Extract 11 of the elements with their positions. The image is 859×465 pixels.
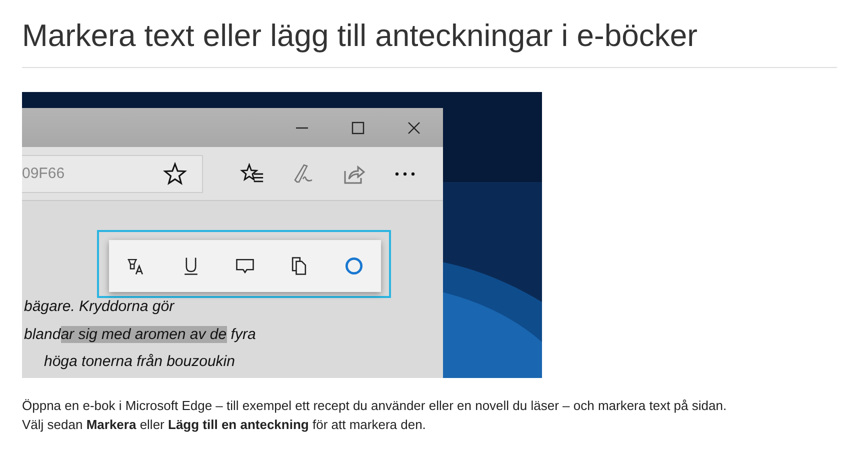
- star-icon[interactable]: [163, 162, 187, 186]
- book-text: bägare. Kryddorna gör: [24, 298, 174, 315]
- page-title: Markera text eller lägg till anteckningar i e-böcker: [22, 18, 698, 54]
- maximize-icon[interactable]: [351, 120, 365, 134]
- address-field[interactable]: 09F66: [22, 154, 203, 192]
- description-text: Välj sedan Markera eller Lägg till en anteckning för att markera den.: [22, 416, 426, 434]
- description-text: Öppna en e-bok i Microsoft Edge – till exempel ett recept du använder eller en novell du läser – och markera text på sidan.: [22, 397, 727, 415]
- circle-icon[interactable]: [342, 255, 365, 277]
- book-text: blandar sig med aromen av de fyra: [24, 326, 256, 343]
- close-icon[interactable]: [407, 120, 421, 134]
- book-text: höga tonerna från bouzoukin: [44, 353, 235, 370]
